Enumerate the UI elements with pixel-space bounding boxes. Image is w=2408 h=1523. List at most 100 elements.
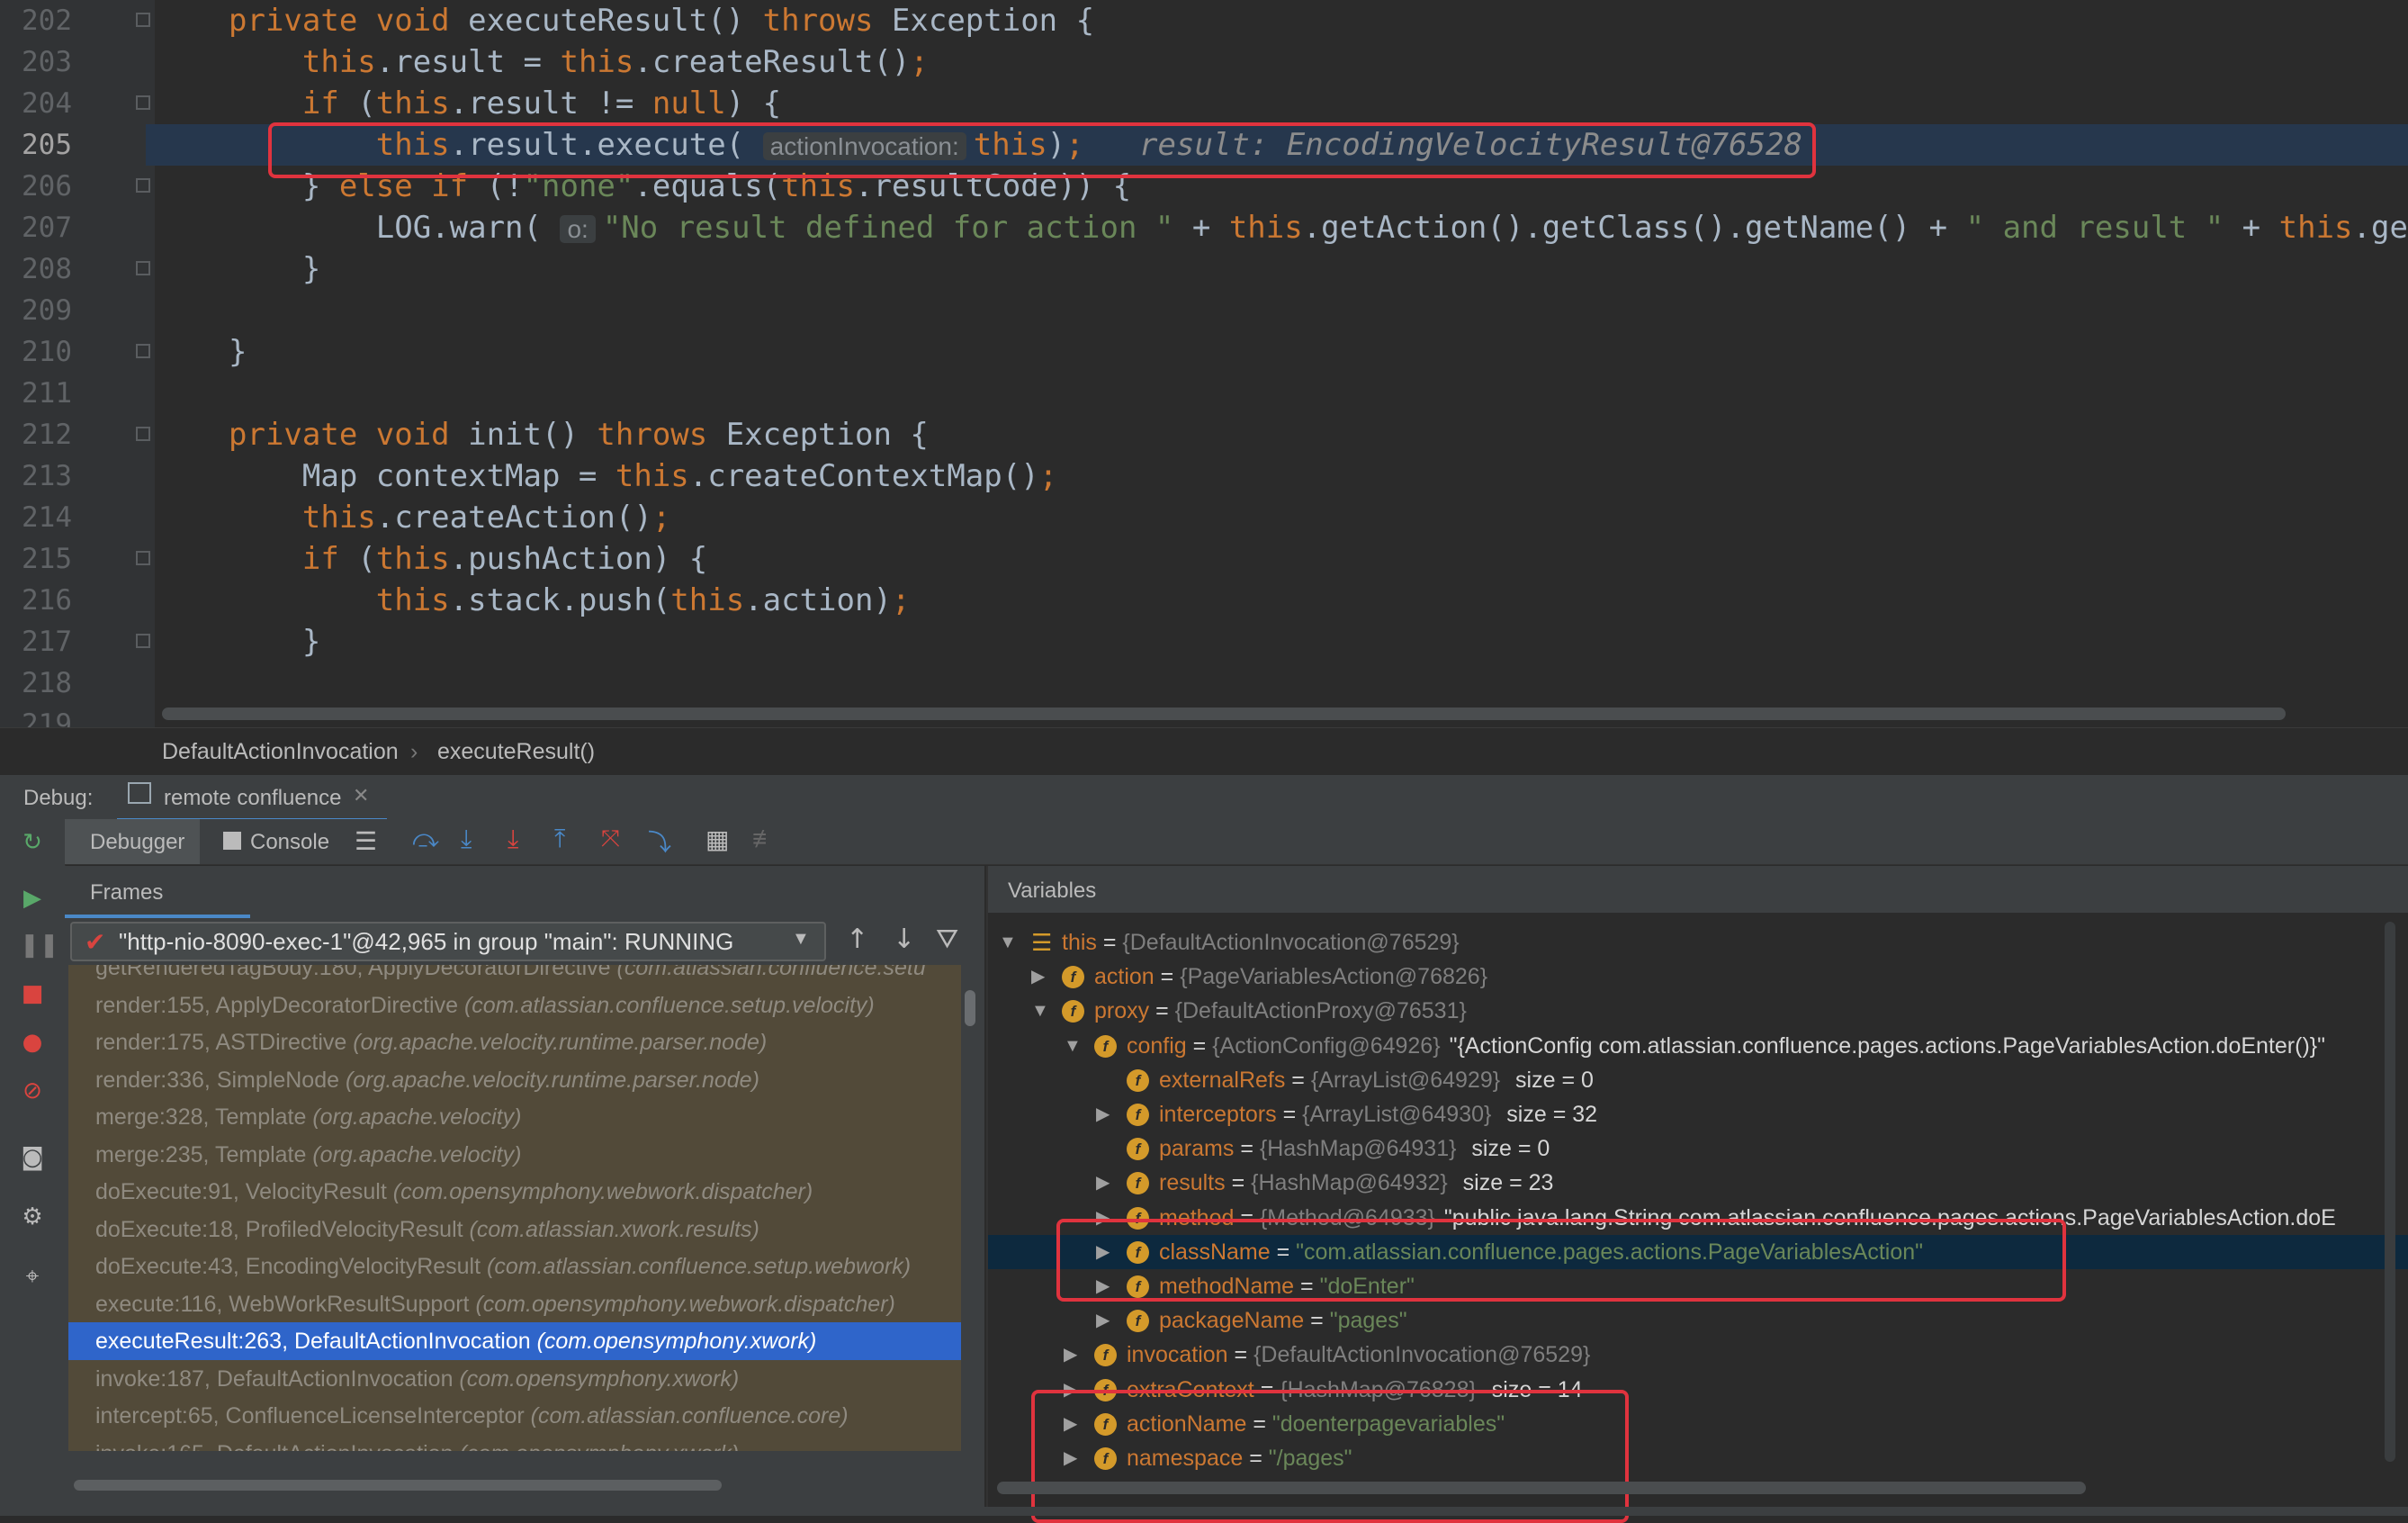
session-tab[interactable]: remote confluence ✕ [117, 775, 387, 822]
run-to-cursor-icon[interactable]: ⤵ [648, 825, 671, 858]
thread-select[interactable]: ✔ "http-nio-8090-exec-1"@42,965 in group… [70, 922, 826, 961]
frame-item[interactable]: intercept:65, ConfluenceLicenseIntercept… [68, 1397, 961, 1435]
variables-vertical-scrollbar[interactable] [2385, 922, 2395, 1462]
variables-horizontal-scrollbar[interactable] [997, 1482, 2086, 1494]
stop-icon[interactable]: ■ [20, 981, 45, 1006]
close-icon[interactable]: ✕ [353, 784, 369, 807]
code-line[interactable]: 214 this.createAction(); [0, 497, 2408, 538]
step-out-icon[interactable]: ⤒ [554, 825, 565, 854]
collapse-arrow-icon[interactable]: ▼ [1031, 994, 1049, 1028]
view-breakpoints-icon[interactable]: ● [20, 1030, 45, 1055]
frame-item[interactable]: invoke:165, DefaultActionInvocation (com… [68, 1435, 961, 1452]
variable-row-invocation[interactable]: ▶ f invocation = {DefaultActionInvocation@… [988, 1338, 2408, 1372]
frame-item[interactable]: merge:328, Template (org.apache.velocity… [68, 1098, 961, 1136]
breadcrumb-method[interactable]: executeResult() [437, 739, 595, 765]
code-line[interactable]: 218 [0, 662, 2408, 704]
frames-list[interactable]: getRenderedTagBody:180, ApplyDecoratorDi… [68, 965, 961, 1451]
variables-tab[interactable]: Variables [988, 866, 2408, 913]
fold-marker-icon[interactable] [136, 95, 150, 110]
step-into-icon[interactable]: ⤓ [461, 825, 472, 854]
frames-horizontal-scrollbar[interactable] [74, 1480, 722, 1491]
code-line[interactable]: 204 if (this.result != null) { [0, 83, 2408, 124]
expand-arrow-icon[interactable]: ▶ [1096, 1303, 1110, 1338]
fold-marker-icon[interactable] [136, 261, 150, 275]
code-line[interactable]: 208 } [0, 248, 2408, 290]
code-editor[interactable]: 202 private void executeResult() throws E… [0, 0, 2408, 727]
code-token: .createResult() [633, 44, 911, 80]
arrow-down-icon[interactable]: ↓ [893, 924, 915, 955]
frames-tab[interactable]: Frames [65, 866, 335, 918]
arrow-up-icon[interactable]: ↑ [846, 924, 868, 955]
code-line[interactable]: 203 this.result = this.createResult(); [0, 41, 2408, 83]
code-line[interactable]: 215 if (this.pushAction) { [0, 538, 2408, 580]
code-token: this [375, 541, 450, 577]
variable-row-params[interactable]: f params = {HashMap@64931} size = 0 [988, 1131, 2408, 1166]
code-line[interactable]: 212 private void init() throws Exception … [0, 414, 2408, 455]
expand-arrow-icon[interactable]: ▶ [1031, 960, 1045, 994]
frame-location: doExecute:43, EncodingVelocityResult [95, 1254, 487, 1279]
code-line[interactable]: 216 this.stack.push(this.action); [0, 580, 2408, 621]
variable-row-interceptors[interactable]: ▶ f interceptors = {ArrayList@64930} size … [988, 1097, 2408, 1131]
code-line[interactable]: 207 LOG.warn( o: "No result defined for a… [0, 207, 2408, 248]
drop-frame-icon[interactable]: ⤧ [601, 825, 620, 853]
frame-item[interactable]: render:155, ApplyDecoratorDirective (com… [68, 987, 961, 1024]
frame-item[interactable]: render:336, SimpleNode (org.apache.veloc… [68, 1061, 961, 1099]
frame-item[interactable]: getRenderedTagBody:180, ApplyDecoratorDi… [68, 965, 961, 987]
editor-horizontal-scrollbar[interactable] [162, 707, 2286, 720]
code-line[interactable]: 213 Map contextMap = this.createContextM… [0, 455, 2408, 497]
evaluate-expression-icon[interactable]: ▦ [705, 825, 729, 854]
pause-icon[interactable]: ❚❚ [20, 933, 59, 958]
frame-item[interactable]: execute:116, WebWorkResultSupport (com.o… [68, 1285, 961, 1323]
resume-icon[interactable]: ▶ [20, 886, 45, 911]
filter-icon[interactable]: ⛛ [936, 924, 958, 955]
menu-icon[interactable]: ☰ [355, 826, 377, 856]
rerun-icon[interactable]: ↻ [20, 830, 45, 855]
expand-arrow-icon[interactable]: ▶ [1096, 1097, 1110, 1131]
line-number: 219 [22, 708, 72, 727]
frames-vertical-scrollbar[interactable] [965, 990, 975, 1026]
console-icon [223, 832, 241, 850]
frame-item[interactable]: doExecute:18, ProfiledVelocityResult (co… [68, 1211, 961, 1248]
mute-breakpoints-icon[interactable]: ⊘ [20, 1078, 45, 1104]
variable-row-config[interactable]: ▼ f config = {ActionConfig@64926} "{ActionC… [988, 1029, 2408, 1063]
trace-icon[interactable]: ≢ [752, 825, 777, 853]
gear-icon[interactable]: ⚙ [20, 1204, 45, 1230]
breadcrumb-class[interactable]: DefaultActionInvocation [162, 739, 399, 765]
variable-row-results[interactable]: ▶ f results = {HashMap@64932} size = 23 [988, 1166, 2408, 1200]
fold-marker-icon[interactable] [136, 427, 150, 441]
fold-marker-icon[interactable] [136, 13, 150, 27]
code-line[interactable]: 202 private void executeResult() throws E… [0, 0, 2408, 41]
code-line[interactable]: 217 } [0, 621, 2408, 662]
variable-row-externalRefs[interactable]: f externalRefs = {ArrayList@64929} size =… [988, 1063, 2408, 1097]
force-step-into-icon[interactable]: ⤓ [508, 825, 518, 854]
variable-row-this[interactable]: ▼ ☰ this = {DefaultActionInvocation@76529} [988, 925, 2408, 960]
fold-marker-icon[interactable] [136, 634, 150, 648]
variable-row-proxy[interactable]: ▼ f proxy = {DefaultActionProxy@76531} [988, 994, 2408, 1028]
equals-sign: = [1149, 998, 1175, 1024]
collapse-arrow-icon[interactable]: ▼ [1064, 1029, 1082, 1063]
code-line[interactable]: 209 [0, 290, 2408, 331]
expand-arrow-icon[interactable]: ▶ [1064, 1338, 1077, 1372]
code-line[interactable]: 211 [0, 373, 2408, 414]
frame-item[interactable]: doExecute:91, VelocityResult (com.opensy… [68, 1173, 961, 1211]
camera-icon[interactable]: ◙ [20, 1145, 45, 1170]
collapse-arrow-icon[interactable]: ▼ [999, 925, 1017, 960]
fold-marker-icon[interactable] [136, 344, 150, 358]
expand-arrow-icon[interactable]: ▶ [1096, 1166, 1110, 1200]
frame-item[interactable]: doExecute:43, EncodingVelocityResult (co… [68, 1248, 961, 1285]
code-token: Exception { [725, 417, 929, 453]
frame-item[interactable]: merge:235, Template (org.apache.velocity… [68, 1136, 961, 1174]
session-name: remote confluence [164, 786, 342, 810]
frame-item[interactable]: render:175, ASTDirective (org.apache.vel… [68, 1023, 961, 1061]
code-line[interactable]: 210} [0, 331, 2408, 373]
fold-marker-icon[interactable] [136, 178, 150, 193]
frame-item[interactable]: executeResult:263, DefaultActionInvocati… [68, 1322, 961, 1360]
frame-item[interactable]: invoke:187, DefaultActionInvocation (com… [68, 1360, 961, 1398]
code-token: throws [762, 3, 892, 39]
step-over-icon[interactable]: ⤼ [412, 825, 439, 854]
fold-marker-icon[interactable] [136, 551, 150, 565]
variable-row-action[interactable]: ▶ f action = {PageVariablesAction@76826} [988, 960, 2408, 994]
variable-row-packageName[interactable]: ▶ f packageName = "pages" [988, 1303, 2408, 1338]
tab-debugger[interactable]: Debugger [65, 819, 200, 864]
pin-icon[interactable]: ⌖ [20, 1264, 45, 1289]
